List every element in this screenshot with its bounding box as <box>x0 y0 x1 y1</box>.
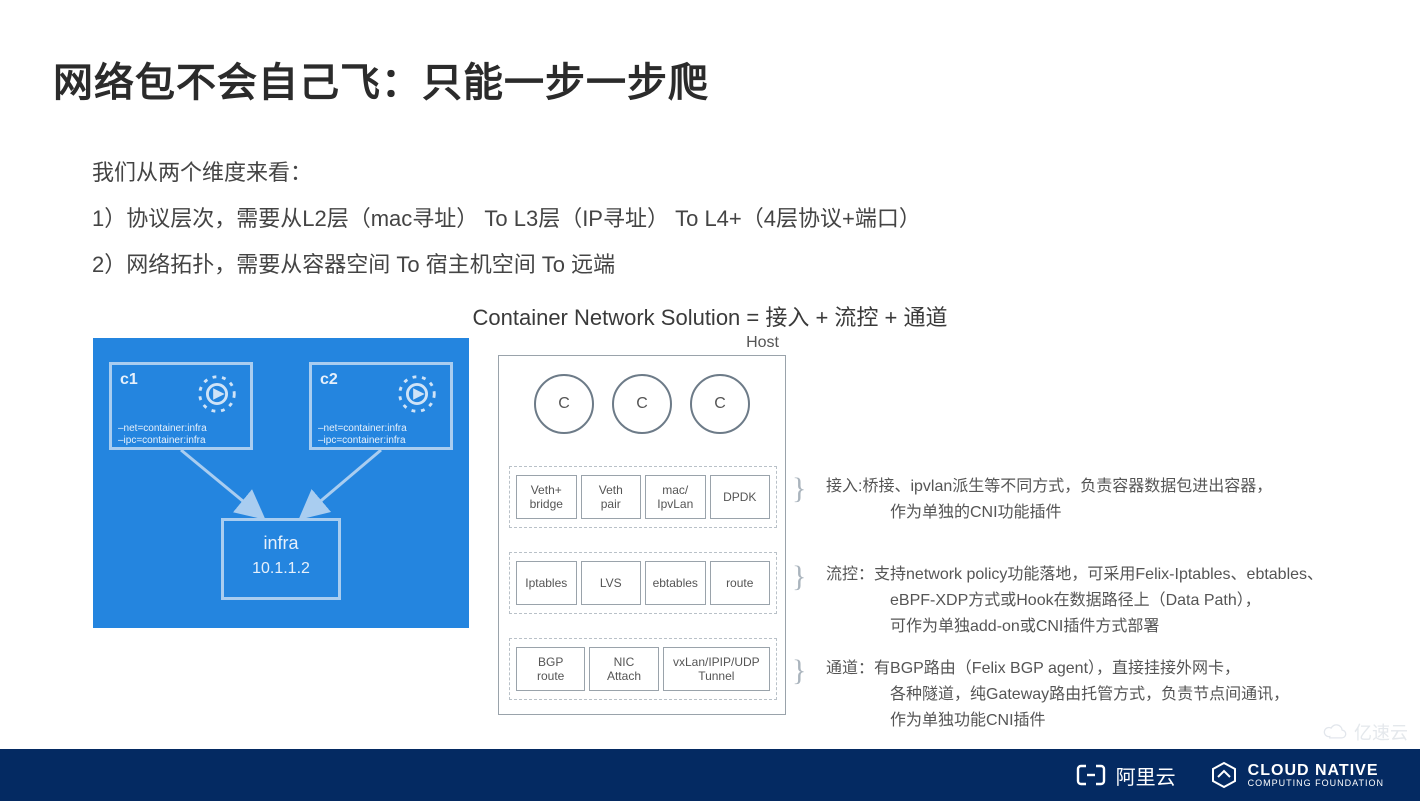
host-label: Host <box>746 334 779 352</box>
note-access: 接入:桥接、ipvlan派生等不同方式，负责容器数据包进出容器， 作为单独的CN… <box>826 474 1272 526</box>
chip: LVS <box>581 561 642 605</box>
brace-icon: } <box>792 472 818 506</box>
cloud-icon <box>1322 722 1348 742</box>
infra-ip: 10.1.1.2 <box>224 560 338 578</box>
brace-icon: } <box>792 560 818 594</box>
chip: BGProute <box>516 647 585 691</box>
c2-config: –net=container:infra –ipc=container:infr… <box>318 423 407 447</box>
chip: mac/IpvLan <box>645 475 706 519</box>
row-access: Veth+bridge Vethpair mac/IpvLan DPDK <box>509 466 777 528</box>
watermark: 亿速云 <box>1322 719 1408 745</box>
c1-label: c1 <box>120 371 138 389</box>
container-circle: C <box>690 374 750 434</box>
container-circle: C <box>612 374 672 434</box>
c2-label: c2 <box>320 371 338 389</box>
slide-title: 网络包不会自己飞：只能一步一步爬 <box>53 50 709 108</box>
container-circle: C <box>534 374 594 434</box>
left-diagram: c1 –net=container:infra –ipc=container:i… <box>93 338 469 628</box>
slide: 网络包不会自己飞：只能一步一步爬 我们从两个维度来看： 1）协议层次，需要从L2… <box>0 0 1420 801</box>
row-tunnel: BGProute NICAttach vxLan/IPIP/UDPTunnel <box>509 638 777 700</box>
chip: Iptables <box>516 561 577 605</box>
chip: Veth+bridge <box>516 475 577 519</box>
chip: ebtables <box>645 561 706 605</box>
container-c2: c2 –net=container:infra –ipc=container:i… <box>309 362 453 450</box>
chip: Vethpair <box>581 475 642 519</box>
chip: route <box>710 561 771 605</box>
cloud-native-logo: CLOUD NATIVE COMPUTING FOUNDATION <box>1210 761 1384 789</box>
hex-icon <box>1210 761 1238 789</box>
host-circles: C C C <box>499 374 785 442</box>
note-flow: 流控：支持network policy功能落地，可采用Felix-Iptable… <box>826 562 1323 640</box>
note-tunnel: 通道：有BGP路由（Felix BGP agent），直接挂接外网卡， 各种隧道… <box>826 656 1289 734</box>
bracket-icon <box>1076 763 1106 787</box>
intro-line-2: 1）协议层次，需要从L2层（mac寻址） To L3层（IP寻址） To L4+… <box>92 196 921 242</box>
footer-bar: 阿里云 CLOUD NATIVE COMPUTING FOUNDATION <box>0 749 1420 801</box>
container-c1: c1 –net=container:infra –ipc=container:i… <box>109 362 253 450</box>
gear-icon <box>394 371 440 417</box>
aliyun-logo: 阿里云 <box>1076 761 1176 790</box>
equation-text: Container Network Solution = 接入 + 流控 + 通… <box>0 300 1420 332</box>
row-flow: Iptables LVS ebtables route <box>509 552 777 614</box>
infra-name: infra <box>224 533 338 554</box>
intro-line-3: 2）网络拓扑，需要从容器空间 To 宿主机空间 To 远端 <box>92 242 921 288</box>
infra-box: infra 10.1.1.2 <box>221 518 341 600</box>
intro-block: 我们从两个维度来看： 1）协议层次，需要从L2层（mac寻址） To L3层（I… <box>92 150 921 288</box>
c1-config: –net=container:infra –ipc=container:infr… <box>118 423 207 447</box>
chip: vxLan/IPIP/UDPTunnel <box>663 647 770 691</box>
chip: DPDK <box>710 475 771 519</box>
intro-line-1: 我们从两个维度来看： <box>92 150 921 196</box>
gear-icon <box>194 371 240 417</box>
host-box: Host C C C Veth+bridge Vethpair mac/IpvL… <box>498 355 786 715</box>
brace-icon: } <box>792 654 818 688</box>
chip: NICAttach <box>589 647 658 691</box>
